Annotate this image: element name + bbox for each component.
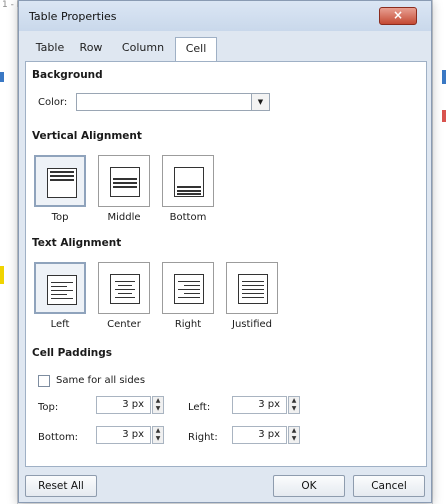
- background-marker: [442, 110, 446, 122]
- halign-center-button[interactable]: [98, 262, 150, 314]
- tab-table[interactable]: Table: [31, 37, 69, 61]
- spin-up-icon[interactable]: ▲: [153, 397, 163, 405]
- valign-bottom-button[interactable]: [162, 155, 214, 207]
- same-for-all-sides-checkbox[interactable]: [38, 375, 50, 387]
- left-padding-input[interactable]: 3 px: [232, 396, 287, 414]
- align-justify-icon: [238, 274, 268, 304]
- spin-down-icon[interactable]: ▼: [289, 435, 299, 443]
- halign-right-label: Right: [174, 319, 202, 330]
- cancel-button[interactable]: Cancel: [353, 475, 425, 497]
- valign-bottom-label: Bottom: [169, 212, 207, 223]
- align-center-icon: [110, 274, 140, 304]
- halign-justified-label: Justified: [232, 319, 272, 330]
- align-right-icon: [174, 274, 204, 304]
- bottom-padding-label: Bottom:: [38, 432, 79, 443]
- spin-up-icon[interactable]: ▲: [289, 397, 299, 405]
- background-marker: [0, 72, 4, 82]
- dialog-titlebar[interactable]: Table Properties ×: [19, 1, 431, 31]
- tab-row[interactable]: Row: [75, 37, 107, 61]
- align-left-icon: [47, 275, 77, 305]
- left-padding-stepper[interactable]: 3 px ▲ ▼: [232, 396, 302, 414]
- left-padding-spin[interactable]: ▲ ▼: [288, 396, 300, 414]
- halign-left-label: Left: [50, 319, 70, 330]
- spin-down-icon[interactable]: ▼: [153, 405, 163, 413]
- close-icon: ×: [392, 8, 404, 22]
- spin-down-icon[interactable]: ▼: [289, 405, 299, 413]
- right-padding-spin[interactable]: ▲ ▼: [288, 426, 300, 444]
- color-dropdown[interactable]: ▼: [76, 93, 270, 111]
- halign-right-button[interactable]: [162, 262, 214, 314]
- right-padding-label: Right:: [188, 432, 218, 443]
- close-button[interactable]: ×: [379, 7, 417, 25]
- same-for-all-sides-label: Same for all sides: [56, 375, 146, 386]
- halign-left-button[interactable]: [34, 262, 86, 314]
- dialog-title: Table Properties: [29, 10, 117, 23]
- background-section-title: Background: [32, 69, 103, 81]
- left-padding-label: Left:: [188, 402, 211, 413]
- tab-column[interactable]: Column: [117, 37, 169, 61]
- top-padding-spin[interactable]: ▲ ▼: [152, 396, 164, 414]
- valign-top-icon: [47, 168, 77, 198]
- right-padding-stepper[interactable]: 3 px ▲ ▼: [232, 426, 302, 444]
- cell-paddings-section-title: Cell Paddings: [32, 347, 113, 359]
- background-right-panel: [432, 0, 446, 504]
- valign-bottom-icon: [174, 167, 204, 197]
- halign-justified-button[interactable]: [226, 262, 278, 314]
- background-marker: [442, 70, 446, 84]
- spin-up-icon[interactable]: ▲: [289, 427, 299, 435]
- valign-middle-button[interactable]: [98, 155, 150, 207]
- valign-top-button[interactable]: [34, 155, 86, 207]
- dropdown-arrow-icon[interactable]: ▼: [251, 94, 269, 110]
- cell-tab-panel: Background Color: ▼ Vertical Alignment T…: [25, 61, 427, 467]
- background-marker: [0, 266, 4, 284]
- bottom-padding-stepper[interactable]: 3 px ▲ ▼: [96, 426, 166, 444]
- spin-up-icon[interactable]: ▲: [153, 427, 163, 435]
- color-label: Color:: [38, 97, 68, 108]
- bottom-padding-spin[interactable]: ▲ ▼: [152, 426, 164, 444]
- valign-top-label: Top: [51, 212, 69, 223]
- ok-button[interactable]: OK: [273, 475, 345, 497]
- table-properties-dialog: Table Properties × Table Row Column Cell…: [18, 0, 432, 503]
- reset-all-button[interactable]: Reset All: [25, 475, 97, 497]
- top-padding-label: Top:: [38, 402, 59, 413]
- tab-cell[interactable]: Cell: [175, 37, 217, 62]
- top-padding-input[interactable]: 3 px: [96, 396, 151, 414]
- spin-down-icon[interactable]: ▼: [153, 435, 163, 443]
- bottom-padding-input[interactable]: 3 px: [96, 426, 151, 444]
- vertical-alignment-section-title: Vertical Alignment: [32, 130, 142, 142]
- right-padding-input[interactable]: 3 px: [232, 426, 287, 444]
- valign-middle-label: Middle: [107, 212, 141, 223]
- background-left-panel: 1 - Deleted): [0, 0, 42, 504]
- text-alignment-section-title: Text Alignment: [32, 237, 122, 249]
- top-padding-stepper[interactable]: 3 px ▲ ▼: [96, 396, 166, 414]
- halign-center-label: Center: [107, 319, 141, 330]
- valign-middle-icon: [110, 167, 140, 197]
